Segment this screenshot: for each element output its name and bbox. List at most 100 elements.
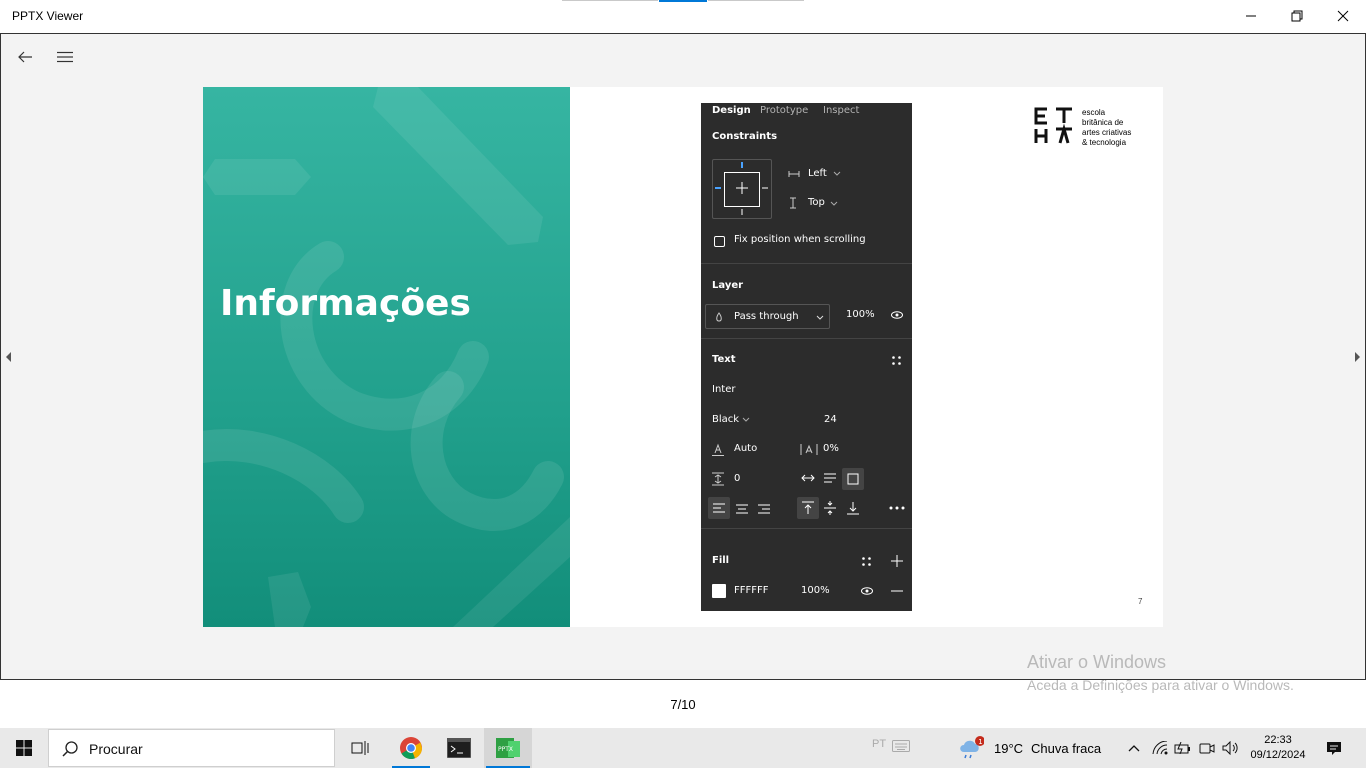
weather-widget[interactable]: 1 19°C Chuva fraca [958, 728, 1108, 768]
chevron-down-icon [830, 201, 838, 206]
drop-icon [716, 312, 722, 322]
layer-opacity: 100% [846, 309, 875, 320]
taskbar-search[interactable]: Procurar [48, 729, 335, 767]
chevron-left-icon [6, 352, 11, 362]
logo-line: artes criativas [1082, 128, 1132, 137]
search-icon [62, 741, 78, 757]
school-logo-icon [1034, 107, 1072, 144]
horizontal-constraint: Left [808, 168, 827, 179]
battery-button[interactable] [1172, 728, 1194, 768]
page-indicator: 7/10 [670, 697, 696, 712]
align-top-button [797, 497, 819, 519]
minimize-button[interactable] [1228, 0, 1274, 32]
logo-line: escola [1082, 108, 1106, 117]
next-slide-button[interactable] [1351, 348, 1363, 366]
slide-heading: Informações [220, 283, 471, 324]
auto-height-icon [824, 473, 836, 483]
tab-design: Design [712, 105, 751, 116]
letter-spacing: 0% [823, 443, 839, 454]
menu-button[interactable] [53, 46, 77, 68]
fix-position-checkbox [714, 236, 725, 247]
align-top-icon [802, 501, 814, 514]
fill-opacity: 100% [801, 585, 830, 596]
constraints-title: Constraints [712, 131, 778, 142]
rain-cloud-icon: 1 [960, 736, 984, 759]
meet-now-button[interactable] [1196, 728, 1218, 768]
tab-indicator [708, 0, 804, 1]
fill-hex: FFFFFF [734, 585, 769, 596]
action-center-button[interactable] [1316, 728, 1352, 768]
align-left-button [708, 497, 730, 519]
network-button[interactable] [1150, 728, 1170, 768]
vertical-constraint-icon [790, 197, 796, 209]
close-button[interactable] [1320, 0, 1366, 32]
fill-swatch [712, 584, 726, 598]
window-title: PPTX Viewer [12, 9, 84, 23]
align-center-icon [736, 504, 748, 514]
activation-watermark-subtitle: Aceda a Definições para ativar o Windows… [1027, 677, 1294, 693]
hamburger-icon [57, 51, 73, 63]
task-view-button[interactable] [336, 728, 384, 768]
weather-description: Chuva fraca [1031, 740, 1102, 756]
constraint-widget [712, 159, 772, 219]
fill-title: Fill [712, 555, 730, 566]
divider [701, 528, 912, 529]
input-language: PT [872, 738, 887, 750]
tab-prototype: Prototype [760, 105, 809, 116]
constraint-lines [715, 162, 768, 215]
clock[interactable]: 22:33 09/12/2024 [1244, 728, 1312, 768]
activation-watermark-title: Ativar o Windows [1027, 652, 1167, 672]
paragraph-spacing-icon [712, 472, 724, 486]
wifi-icon [1152, 741, 1168, 755]
battery-charging-icon [1174, 742, 1190, 754]
font-weight: Black [712, 414, 740, 425]
search-placeholder: Procurar [89, 741, 143, 757]
fixed-size-button [842, 468, 864, 490]
chrome-taskbar-button[interactable] [388, 728, 434, 768]
clock-time: 22:33 [1264, 734, 1292, 746]
chevron-right-icon [1355, 352, 1360, 362]
task-view-icon [351, 741, 369, 755]
chevron-down-icon [742, 417, 750, 422]
letter-spacing-icon [800, 444, 818, 455]
previous-slide-button[interactable] [3, 348, 15, 366]
style-grid-icon [892, 356, 901, 365]
divider [701, 338, 912, 339]
logo-line: & tecnologia [1082, 138, 1127, 147]
tab-indicator-active [659, 0, 707, 2]
divider [701, 263, 912, 264]
start-button[interactable] [0, 728, 48, 768]
font-size: 24 [824, 414, 837, 425]
show-hidden-icons-button[interactable] [1124, 728, 1144, 768]
paragraph-spacing: 0 [734, 473, 741, 484]
align-right-icon [758, 504, 770, 514]
restore-button[interactable] [1274, 0, 1320, 32]
chevron-down-icon [833, 171, 841, 176]
terminal-taskbar-button[interactable] [436, 728, 482, 768]
restore-icon [1291, 10, 1303, 22]
volume-button[interactable] [1220, 728, 1242, 768]
pptx-viewer-taskbar-button[interactable]: PPTX [484, 728, 532, 768]
align-middle-icon [824, 501, 836, 515]
align-bottom-icon [847, 502, 859, 515]
plus-icon [891, 555, 903, 567]
keyboard-icon [892, 740, 910, 752]
chrome-icon [400, 737, 423, 760]
camera-icon [1199, 743, 1215, 754]
font-family: Inter [712, 384, 736, 395]
logo-line: britânica de [1082, 118, 1124, 127]
clock-date: 09/12/2024 [1250, 749, 1306, 761]
line-height: Auto [734, 443, 758, 454]
decorative-shapes [203, 87, 570, 627]
svg-text:PPTX: PPTX [498, 746, 513, 753]
layer-title: Layer [712, 280, 744, 291]
design-panel-image: Design Prototype Inspect Constraints Lef… [701, 103, 912, 611]
fixed-size-icon [847, 473, 859, 485]
blend-mode-dropdown: Pass through [705, 304, 830, 329]
back-button[interactable] [13, 46, 37, 68]
slide-green-panel: Informações [203, 87, 570, 627]
minus-icon [891, 590, 903, 592]
slide: Informações Design Prototype Inspect Con… [203, 87, 1163, 627]
close-icon [1337, 10, 1349, 22]
pptx-viewer-icon: PPTX [496, 738, 520, 758]
